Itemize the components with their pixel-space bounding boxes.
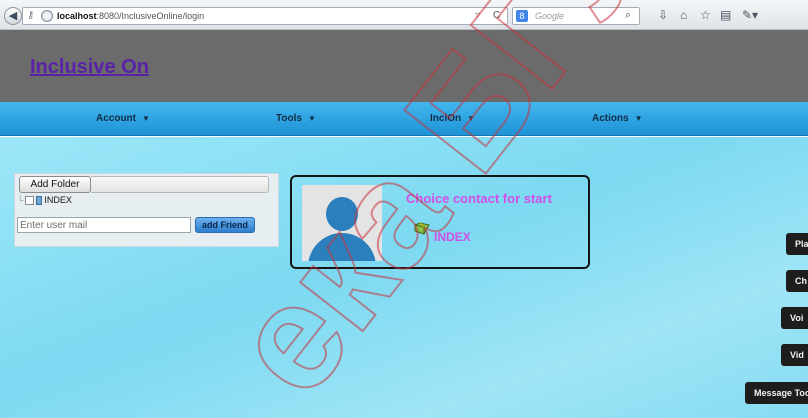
chat-button[interactable]: Ch [786, 270, 808, 292]
chevron-down-icon: ▼ [634, 114, 643, 123]
folder-name-field[interactable] [91, 176, 269, 193]
download-icon[interactable]: ⇩ [658, 8, 668, 22]
search-bar[interactable]: 8 Google ⌕ [512, 7, 640, 25]
back-icon[interactable]: ◀ [4, 7, 22, 25]
menu-inclon[interactable]: InclOn ▼ [430, 113, 475, 124]
add-folder-button[interactable]: Add Folder [19, 176, 91, 193]
star-icon[interactable]: ▿ [475, 10, 480, 21]
contact-card: Choice contact for start INDEX [290, 175, 590, 269]
add-friend-button[interactable]: add Friend [195, 217, 255, 233]
main-content: Add Folder └ INDEX add Friend Choice cont… [0, 137, 808, 418]
menu-account[interactable]: Account ▼ [96, 113, 150, 124]
chevron-down-icon: ▼ [307, 114, 316, 123]
user-mail-input[interactable] [17, 217, 191, 233]
reload-icon[interactable]: C [493, 10, 500, 21]
tree-item-label: INDEX [44, 195, 72, 205]
menu-account-label: Account [96, 113, 136, 124]
avatar-head [326, 197, 358, 231]
globe-icon [41, 10, 53, 22]
url-text: localhost:8080/InclusiveOnline/login [57, 11, 204, 21]
avatar [302, 185, 382, 261]
menu-tools-label: Tools [276, 113, 302, 124]
home-icon[interactable]: ⌂ [680, 8, 687, 22]
voice-button[interactable]: Voi [781, 307, 808, 329]
menu-tools[interactable]: Tools ▼ [276, 113, 316, 124]
tree-connector: └ [17, 195, 24, 205]
address-bar[interactable]: ⚷ localhost:8080/InclusiveOnline/login ▿… [22, 7, 508, 25]
site-title-link[interactable]: Inclusive On [30, 56, 149, 79]
contact-index-link[interactable]: INDEX [434, 230, 471, 244]
menu-actions-label: Actions [592, 113, 629, 124]
url-host: localhost [57, 11, 97, 21]
site-header: Inclusive On [0, 30, 808, 102]
search-placeholder: Google [535, 11, 565, 21]
choice-contact-text: Choice contact for start [406, 191, 552, 206]
contacts-panel: Add Folder └ INDEX add Friend [14, 173, 279, 247]
extension-icon[interactable]: ✎▾ [742, 8, 758, 22]
video-button[interactable]: Vid [781, 344, 808, 366]
avatar-body [308, 233, 376, 261]
main-menu: Account ▼ Tools ▼ InclOn ▼ Actions ▼ [0, 102, 808, 136]
tree-checkbox[interactable] [25, 196, 35, 206]
browser-toolbar: ◀ ⚷ localhost:8080/InclusiveOnline/login… [0, 0, 808, 30]
chevron-down-icon: ▼ [142, 114, 150, 123]
clipboard-icon[interactable]: ▤ [720, 8, 731, 22]
message-tool-button[interactable]: Message Too [745, 382, 808, 404]
play-button[interactable]: Pla [786, 233, 808, 255]
bookmark-star-icon[interactable]: ☆ [700, 8, 711, 22]
search-engine-icon[interactable]: 8 [516, 10, 528, 22]
key-icon: ⚷ [27, 10, 35, 21]
search-icon[interactable]: ⌕ [625, 9, 631, 22]
menu-inclon-label: InclOn [430, 113, 462, 124]
menu-actions[interactable]: Actions ▼ [592, 113, 643, 124]
document-icon [36, 196, 43, 206]
tree-item-index[interactable]: └ INDEX [17, 195, 72, 207]
chevron-down-icon: ▼ [467, 114, 476, 123]
folder-icon[interactable] [414, 221, 430, 235]
url-path: :8080/InclusiveOnline/login [96, 11, 205, 21]
